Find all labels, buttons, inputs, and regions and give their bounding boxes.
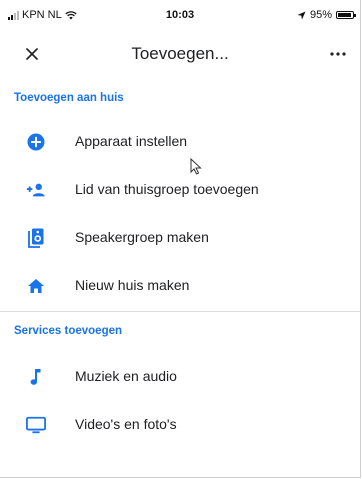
music-note-icon xyxy=(26,367,46,387)
location-arrow-icon xyxy=(297,10,306,20)
status-bar: KPN NL 10:03 95% xyxy=(0,0,360,28)
list-item-label: Lid van thuisgroep toevoegen xyxy=(75,181,259,197)
monitor-icon xyxy=(26,415,46,435)
home-icon xyxy=(26,276,46,296)
section-header-home: Toevoegen aan huis xyxy=(14,92,124,104)
page-title: Toevoegen... xyxy=(131,44,229,63)
list-item-add-household-member[interactable]: Lid van thuisgroep toevoegen xyxy=(0,168,360,212)
more-options-button[interactable] xyxy=(326,42,350,66)
list-item-label: Video's en foto's xyxy=(75,416,177,432)
mouse-cursor-icon xyxy=(190,157,202,180)
list-item-setup-device[interactable]: Apparaat instellen xyxy=(0,120,360,164)
list-item-label: Muziek en audio xyxy=(75,368,177,384)
list-item-label: Speakergroep maken xyxy=(75,229,209,245)
list-item-label: Apparaat instellen xyxy=(75,133,188,149)
section-header-services: Services toevoegen xyxy=(14,325,123,337)
section-divider xyxy=(0,311,360,312)
person-add-icon xyxy=(26,180,46,200)
list-item-create-new-home[interactable]: Nieuw huis maken xyxy=(0,264,360,308)
list-item-music-audio[interactable]: Muziek en audio xyxy=(0,355,360,399)
add-circle-icon xyxy=(26,132,46,152)
list-item-label: Nieuw huis maken xyxy=(75,277,190,293)
battery-percent: 95% xyxy=(309,9,332,21)
status-right: 95% xyxy=(297,9,356,21)
list-item-videos-photos[interactable]: Video's en foto's xyxy=(0,403,360,447)
speaker-group-icon xyxy=(26,228,46,248)
list-item-create-speaker-group[interactable]: Speakergroep maken xyxy=(0,216,360,260)
header: Toevoegen... xyxy=(0,32,360,76)
more-horiz-icon xyxy=(330,52,346,56)
battery-icon xyxy=(336,11,356,19)
